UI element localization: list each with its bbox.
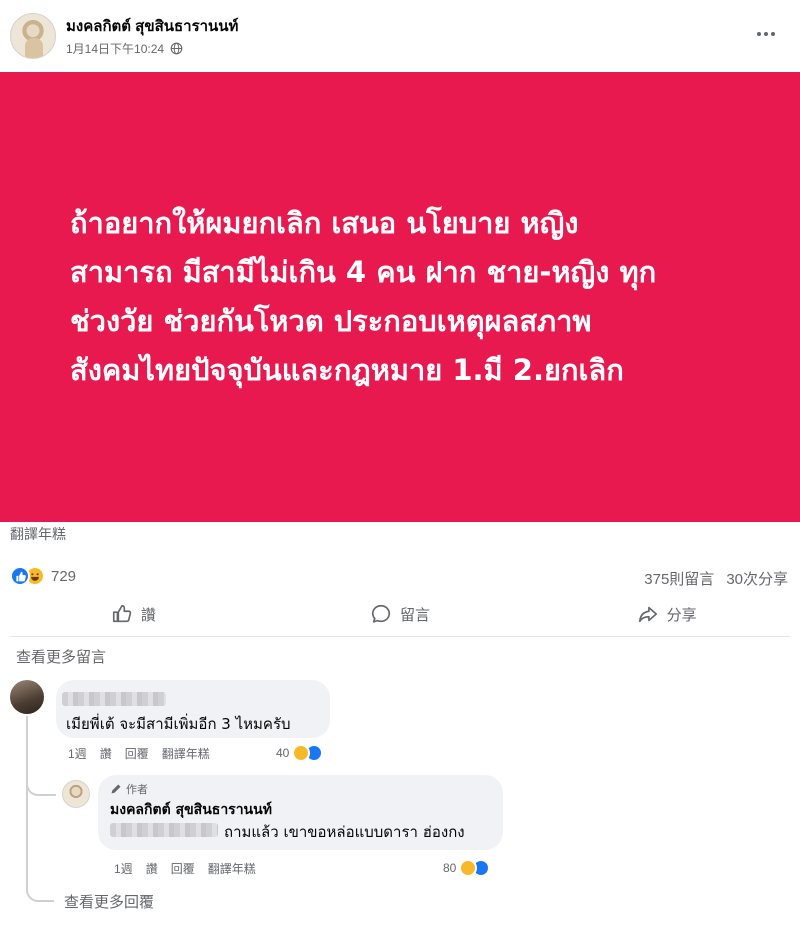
thread-connector (26, 772, 56, 796)
comment-count[interactable]: 375則留言 (644, 568, 714, 589)
blurred-mention[interactable] (110, 823, 218, 837)
divider (10, 636, 790, 637)
reply-author-avatar[interactable] (62, 780, 90, 808)
reply-like-link[interactable]: 讚 (146, 860, 158, 877)
timestamp-text[interactable]: 1月14日下午10:24 (66, 40, 164, 57)
author-avatar[interactable] (10, 13, 56, 59)
post-image[interactable]: ถ้าอยากให้ผมยกเลิก เสนอ นโยบาย หญิง สามา… (0, 72, 800, 522)
comment-bubble: เมียพี่เต้ จะมีสามีเพิ่มอีก 3 ไหมครับ (56, 680, 330, 738)
author-badge: 作者 (110, 781, 148, 797)
comment-reactions[interactable]: 40 (276, 744, 324, 762)
reply-meta: 1週 讚 回覆 翻譯年糕 (114, 860, 269, 877)
reply-time[interactable]: 1週 (114, 860, 133, 877)
view-more-comments-link[interactable]: 查看更多留言 (16, 646, 106, 667)
comment-translate-link[interactable]: 翻譯年糕 (162, 745, 210, 762)
like-label: 讚 (140, 606, 156, 624)
post-header: มงคลกิตต์ สุขสินธารานนท์ 1月14日下午10:24 (0, 0, 800, 72)
reply-author-name[interactable]: มงคลกิตต์ สุขสินธารานนท์ (110, 799, 272, 821)
reply-reply-link[interactable]: 回覆 (171, 860, 195, 877)
post-stats: 729 375則留言 30次分享 (10, 566, 790, 590)
share-button[interactable]: 分享 (533, 598, 800, 630)
view-more-replies-link[interactable]: 查看更多回覆 (64, 891, 154, 912)
pencil-icon (111, 784, 121, 794)
post-image-text: ถ้าอยากให้ผมยกเลิก เสนอ นโยบาย หญิง สามา… (70, 199, 750, 395)
more-options-button[interactable] (752, 20, 780, 48)
comment-time[interactable]: 1週 (68, 745, 87, 762)
share-arrow-icon (638, 606, 657, 623)
image-text-line: ช่วงวัย ช่วยกันโหวต ประกอบเหตุผลสภาพ (70, 304, 592, 338)
commenter-avatar[interactable] (10, 680, 44, 714)
stats-right: 375則留言 30次分享 (644, 568, 788, 589)
reply-reaction-count: 80 (443, 861, 457, 875)
image-text-line: สามารถ มีสามีไม่เกิน 4 คน ฝาก ชาย-หญิง ท… (70, 255, 657, 289)
post-timestamp[interactable]: 1月14日下午10:24 (66, 40, 183, 57)
reaction-summary[interactable]: 729 (10, 566, 76, 586)
comment-reply-link[interactable]: 回覆 (125, 745, 149, 762)
more-dot-icon (771, 32, 775, 36)
more-dot-icon (757, 32, 761, 36)
comment-bubble-icon (371, 604, 390, 623)
reply-text: ถามแล้ว เขาขอหล่อแบบดารา ฮ่องกง (224, 823, 465, 841)
comment-label: 留言 (400, 606, 431, 624)
comment-like-link[interactable]: 讚 (100, 745, 112, 762)
translate-link[interactable]: 翻譯年糕 (10, 524, 66, 544)
comment-meta: 1週 讚 回覆 翻譯年糕 (68, 745, 223, 762)
globe-icon (170, 42, 183, 55)
like-reaction-icon (10, 566, 30, 586)
reaction-count: 729 (51, 567, 77, 585)
like-button[interactable]: 讚 (0, 598, 267, 630)
more-dot-icon (764, 32, 768, 36)
blurred-commenter-name[interactable] (62, 692, 166, 706)
reply-reactions[interactable]: 80 (443, 859, 491, 877)
thread-line (26, 716, 28, 880)
author-badge-label: 作者 (126, 784, 148, 796)
comment-text: เมียพี่เต้ จะมีสามีเพิ่มอีก 3 ไหมครับ (66, 715, 291, 733)
share-count[interactable]: 30次分享 (726, 568, 788, 589)
thread-connector (26, 880, 54, 902)
comment-reaction-count: 40 (276, 746, 290, 760)
reply-bubble: 作者 มงคลกิตต์ สุขสินธารานนท์ ถามแล้ว เขาข… (98, 775, 503, 850)
image-text-line: ถ้าอยากให้ผมยกเลิก เสนอ นโยบาย หญิง (70, 206, 579, 240)
post-author-name[interactable]: มงคลกิตต์ สุขสินธารานนท์ (66, 14, 238, 38)
thumbs-up-icon (112, 604, 132, 623)
comment-button[interactable]: 留言 (267, 598, 534, 630)
reply-translate-link[interactable]: 翻譯年糕 (208, 860, 256, 877)
post-actions: 讚 留言 分享 (0, 598, 800, 630)
share-label: 分享 (666, 606, 697, 624)
image-text-line: สังคมไทยปัจจุบันและกฎหมาย 1.มี 2.ยกเลิก (70, 353, 624, 387)
